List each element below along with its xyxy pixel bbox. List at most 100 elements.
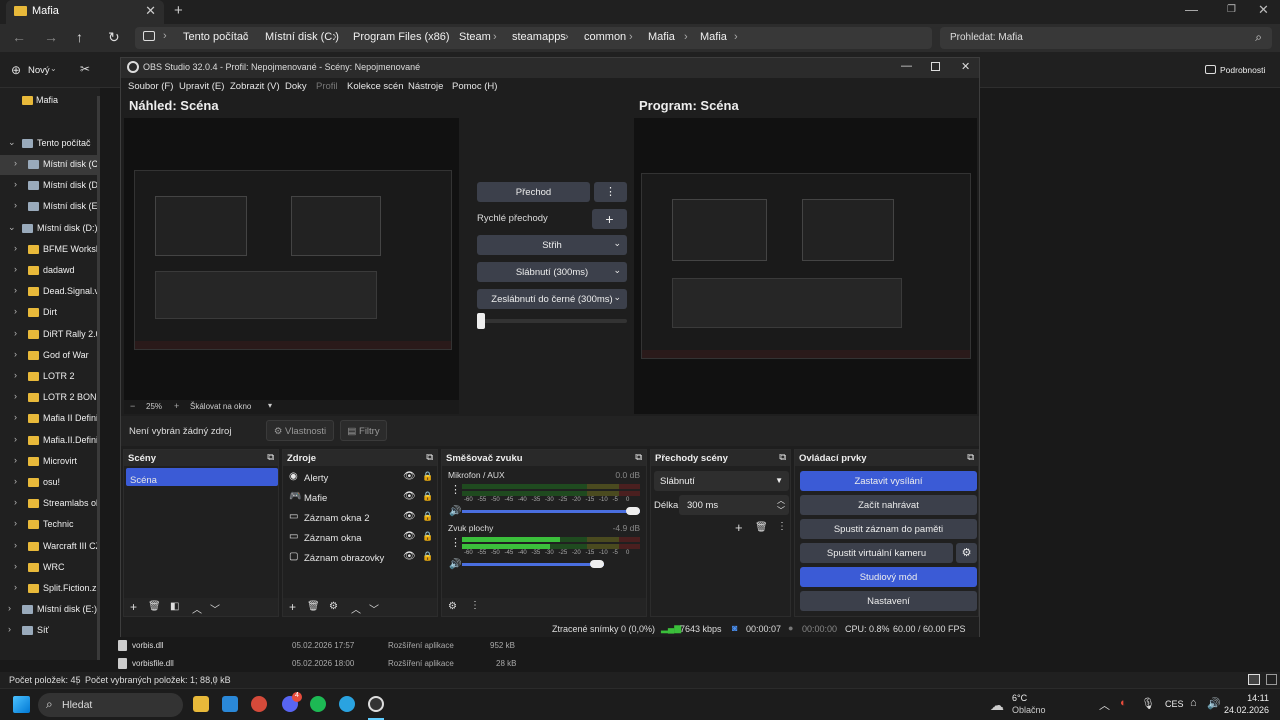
breadcrumb-item[interactable]: Program Files (x86) [353,31,450,43]
add-quick-transition-icon[interactable]: + [592,209,627,229]
maximize-icon[interactable]: ❐ [1227,4,1236,15]
close-icon[interactable]: ✕ [961,60,970,73]
menu-docks[interactable]: Doky [285,81,307,92]
menu-profile[interactable]: Profil [316,81,338,92]
chevron-right-icon[interactable]: › [14,561,17,571]
scene-item[interactable]: Scéna [126,468,278,486]
tbar-track[interactable] [477,319,627,323]
search-input[interactable]: Prohledat: Mafia ⌕ [940,27,1272,49]
sidebar-item[interactable]: › LOTR 2 [0,367,100,387]
breadcrumb-item[interactable]: Mafia [700,31,727,43]
volume-icon[interactable]: 🔊 [1207,697,1221,710]
properties-button[interactable]: ⚙ Vlastnosti [266,420,334,441]
add-icon[interactable]: + [130,600,137,614]
eye-icon[interactable]: 👁 [403,471,416,482]
weather-temp[interactable]: 6°C [1012,693,1027,703]
weather-desc[interactable]: Oblačno [1012,705,1046,715]
minimize-icon[interactable]: — [1185,2,1198,17]
zoom-out-icon[interactable]: − [130,401,135,411]
microphone-icon[interactable]: 🎙 [1141,697,1155,710]
chevron-down-icon[interactable]: ⌄ [8,222,16,233]
start-replay-buffer-button[interactable]: Spustit záznam do paměti [800,519,977,539]
breadcrumb-item[interactable]: common [584,31,626,43]
chevron-right-icon[interactable]: › [14,412,17,422]
sidebar-item[interactable]: › Síť [0,621,100,641]
sidebar-item[interactable]: › Split.Fiction.zip [0,579,100,599]
source-item[interactable]: ◉ Alerty 👁 🔒 [283,468,437,488]
source-item[interactable]: 🎮 Mafie 👁 🔒 [283,488,437,508]
sidebar-item[interactable]: › Technic [0,515,100,535]
obs-taskbar-icon[interactable] [368,696,384,712]
volume-icon[interactable]: 🔊 [449,559,461,570]
sidebar-item[interactable]: › LOTR 2 BONUS [0,388,100,408]
minimize-icon[interactable]: — [901,60,912,72]
lock-icon[interactable]: 🔒 [422,511,433,522]
start-recording-button[interactable]: Začít nahrávat [800,495,977,515]
refresh-icon[interactable]: ↻ [108,29,120,46]
volume-slider-handle[interactable] [590,560,605,568]
chevron-right-icon[interactable]: › [14,518,17,528]
eye-icon[interactable]: 👁 [403,491,416,502]
sidebar-item[interactable]: › Dead.Signal.v2 [0,282,100,302]
chevron-right-icon[interactable]: › [14,306,17,316]
eye-icon[interactable]: 👁 [403,551,416,562]
details-button[interactable]: Podrobnosti [1220,65,1265,75]
chevron-right-icon[interactable]: › [14,200,17,210]
tiles-view-icon[interactable] [1266,674,1277,685]
chevron-right-icon[interactable]: › [14,497,17,507]
sidebar-item[interactable]: › WRC [0,558,100,578]
lock-icon[interactable]: 🔒 [422,471,433,482]
eye-icon[interactable]: 👁 [403,511,416,522]
volume-slider-handle[interactable] [626,507,640,515]
quick-transition-fade[interactable]: Slábnutí (300ms) ⌄ [477,262,627,282]
gear-icon[interactable]: ⚙ [329,601,338,612]
menu-help[interactable]: Pomoc (H) [452,81,497,92]
chevron-right-icon[interactable]: › [14,179,17,189]
details-view-icon[interactable] [1248,674,1260,685]
filters-button[interactable]: ▤ Filtry [340,420,387,441]
move-down-icon[interactable]: ﹀ [369,601,379,616]
menu-tools[interactable]: Nástroje [408,81,443,92]
chevron-right-icon[interactable]: › [14,540,17,550]
menu-view[interactable]: Zobrazit (V) [230,81,280,92]
chevron-right-icon[interactable]: › [14,285,17,295]
sidebar-item[interactable]: › dadawd [0,261,100,281]
start-virtual-camera-button[interactable]: Spustit virtuální kameru [800,543,953,563]
transition-menu-icon[interactable]: ⋮ [594,182,627,202]
undock-icon[interactable]: ⧉ [779,452,786,463]
source-item[interactable]: ▭ Záznam okna 👁 🔒 [283,528,437,548]
eye-icon[interactable]: 👁 [403,531,416,542]
sidebar-item[interactable]: ⌄ Místní disk (D:) [0,219,100,239]
sidebar-item[interactable]: › Místní disk (E:) [0,197,100,217]
advanced-audio-icon[interactable]: ⚙ [448,601,457,612]
studio-mode-button[interactable]: Studiový mód [800,567,977,587]
network-icon[interactable]: ⌂ [1190,697,1197,709]
spin-down-icon[interactable]: ﹀ [777,505,785,516]
file-explorer-icon[interactable] [193,696,209,712]
chevron-right-icon[interactable]: › [14,370,17,380]
undock-icon[interactable]: ⧉ [426,452,433,463]
kebab-menu-icon[interactable]: ⋮ [450,536,461,549]
transition-select[interactable]: Slábnutí ▼ [654,471,789,491]
telegram-icon[interactable] [339,696,355,712]
tbar-handle[interactable] [477,313,485,329]
spotify-icon[interactable] [310,696,326,712]
move-down-icon[interactable]: ﹀ [210,601,220,616]
sidebar-item[interactable]: › God of War [0,346,100,366]
volume-icon[interactable]: 🔊 [449,506,461,517]
forward-arrow-icon[interactable]: → [44,29,58,45]
lock-icon[interactable]: 🔒 [422,491,433,502]
settings-button[interactable]: Nastavení [800,591,977,611]
chevron-right-icon[interactable]: › [14,455,17,465]
cut-icon[interactable]: ✂ [80,62,90,76]
breadcrumb-item[interactable]: Tento počítač [183,31,248,43]
lock-icon[interactable]: 🔒 [422,531,433,542]
sidebar-item[interactable]: › Dirt [0,303,100,323]
tab-mafia[interactable]: Mafia ✕ [6,0,164,24]
chevron-right-icon[interactable]: › [14,349,17,359]
maximize-icon[interactable] [931,62,940,71]
volume-slider-fill[interactable] [462,510,640,513]
menu-scene-collection[interactable]: Kolekce scén [347,81,404,92]
sidebar-item[interactable]: › Místní disk (D: [0,176,100,196]
chevron-right-icon[interactable]: › [14,582,17,592]
